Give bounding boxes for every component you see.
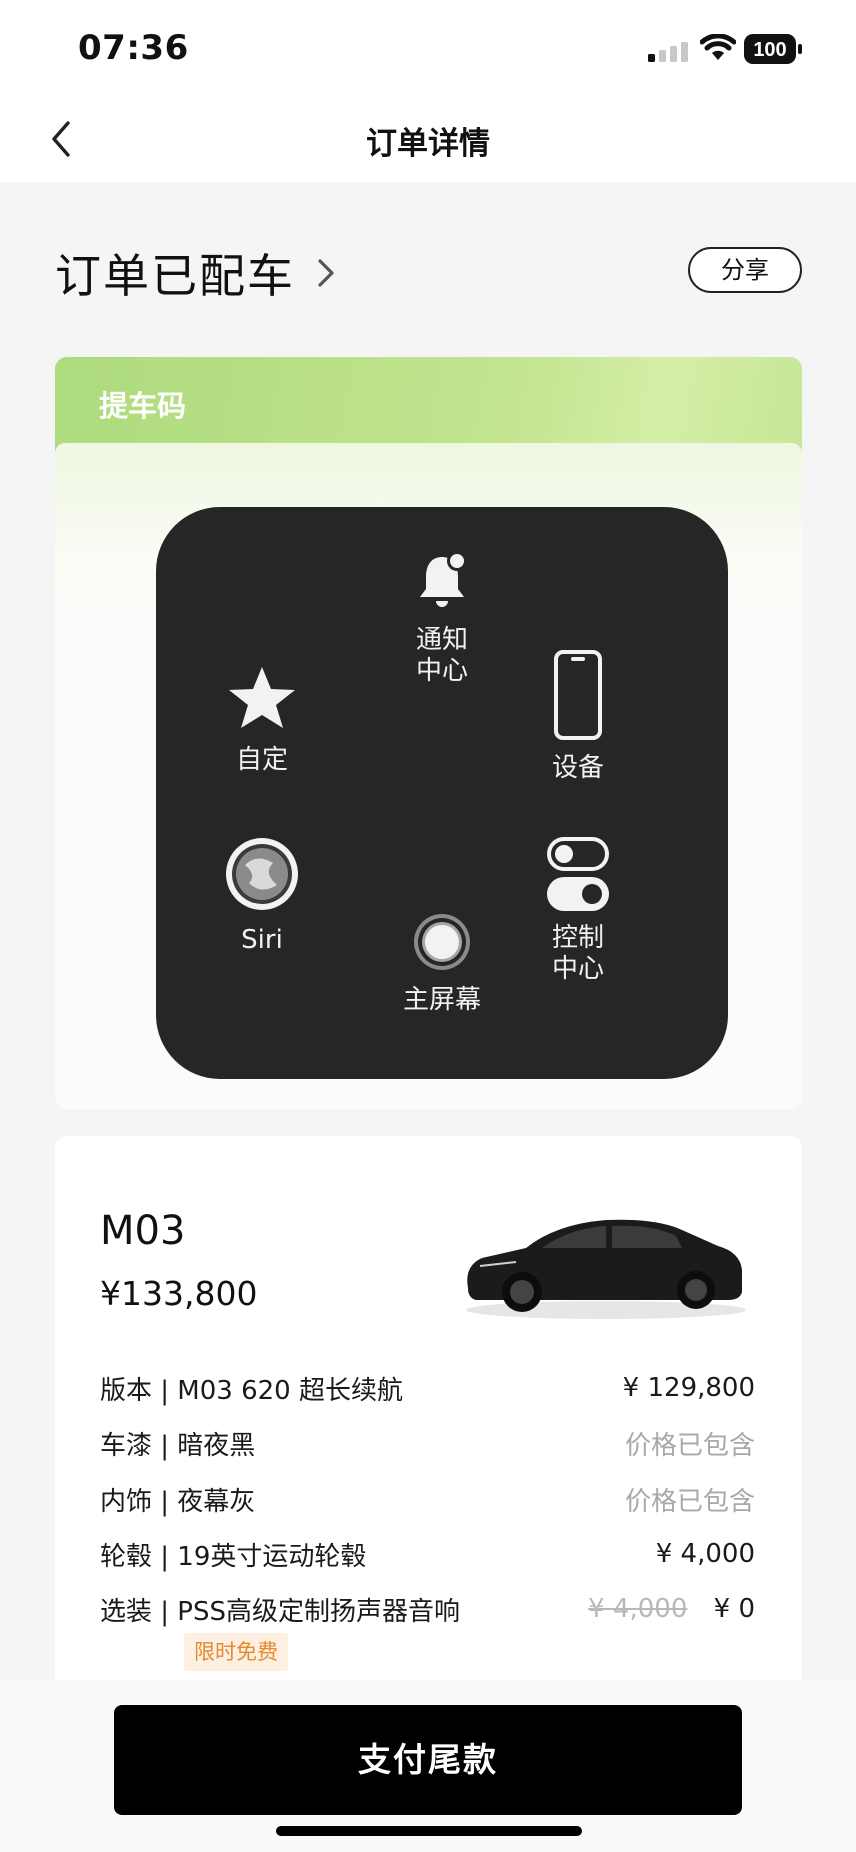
pay-balance-button[interactable]: 支付尾款: [114, 1705, 742, 1815]
promo-badge: 限时免费: [184, 1633, 288, 1671]
spec-version-label: 版本 | M03 620 超长续航: [100, 1375, 403, 1406]
at-custom-label: 自定: [235, 745, 288, 775]
spec-row-version: 版本 | M03 620 超长续航 ¥ 129,800: [100, 1368, 755, 1408]
spec-option-original-price: ¥ 4,000: [588, 1594, 688, 1624]
vehicle-model: M03: [100, 1208, 186, 1254]
spec-row-interior: 内饰 | 夜幕灰 价格已包含: [100, 1479, 755, 1519]
share-button[interactable]: 分享: [688, 247, 802, 293]
at-notification-label-2: 中心: [415, 656, 468, 686]
spec-interior-price: 价格已包含: [624, 1486, 755, 1517]
spec-wheels-label: 轮毂 | 19英寸运动轮毂: [100, 1541, 367, 1572]
at-home[interactable]: 主屏幕: [382, 911, 502, 1016]
at-home-label: 主屏幕: [402, 985, 481, 1015]
at-device-label: 设备: [551, 753, 604, 783]
spec-paint-label: 车漆 | 暗夜黑: [100, 1430, 256, 1461]
battery-level: 100: [753, 39, 786, 61]
at-custom[interactable]: 自定: [218, 663, 306, 776]
cellular-signal-icon: [648, 42, 688, 62]
spec-row-option: 选装 | PSS高级定制扬声器音响 ¥ 4,000 ¥ 0: [100, 1589, 755, 1629]
spec-wheels-price: ¥ 4,000: [655, 1539, 755, 1569]
spec-interior-label: 内饰 | 夜幕灰: [100, 1486, 256, 1517]
order-status-link[interactable]: 订单已配车: [55, 240, 337, 306]
page-title: 订单详情: [366, 126, 490, 162]
at-notification-label-1: 通知: [415, 625, 468, 655]
vehicle-total-price: ¥133,800: [100, 1274, 258, 1313]
order-status-text: 订单已配车: [55, 249, 295, 303]
at-notification-center[interactable]: 通知 中心: [386, 549, 498, 687]
car-image: [466, 1219, 746, 1319]
spec-row-wheels: 轮毂 | 19英寸运动轮毂 ¥ 4,000: [100, 1534, 755, 1574]
spec-row-paint: 车漆 | 暗夜黑 价格已包含: [100, 1423, 755, 1463]
wifi-icon: [700, 34, 736, 60]
battery-icon: 100: [744, 34, 802, 64]
spec-paint-price: 价格已包含: [624, 1430, 755, 1461]
assistive-touch-menu: 通知 中心 自定 设备 Siri 控制 中心 主屏幕: [156, 507, 728, 1079]
at-device[interactable]: 设备: [534, 649, 622, 784]
spec-option-label: 选装 | PSS高级定制扬声器音响: [100, 1596, 460, 1627]
toggle-switches-icon: [547, 837, 609, 911]
star-icon: [229, 667, 295, 728]
bell-icon: [420, 551, 467, 607]
at-control-label-2: 中心: [551, 954, 604, 984]
at-siri-label: Siri: [241, 925, 283, 955]
phone-device-icon: [554, 650, 602, 740]
home-indicator[interactable]: [276, 1826, 582, 1836]
at-control-label-1: 控制: [551, 923, 604, 953]
at-control-center[interactable]: 控制 中心: [534, 837, 622, 985]
spec-version-price: ¥ 129,800: [622, 1373, 755, 1403]
chevron-right-icon: [318, 259, 334, 287]
home-button-icon: [414, 914, 470, 970]
status-time: 07:36: [78, 28, 189, 68]
spec-option-price: ¥ 0: [713, 1594, 755, 1624]
siri-icon: [226, 838, 298, 910]
pickup-code-title: 提车码: [99, 389, 187, 423]
at-siri[interactable]: Siri: [218, 835, 306, 956]
